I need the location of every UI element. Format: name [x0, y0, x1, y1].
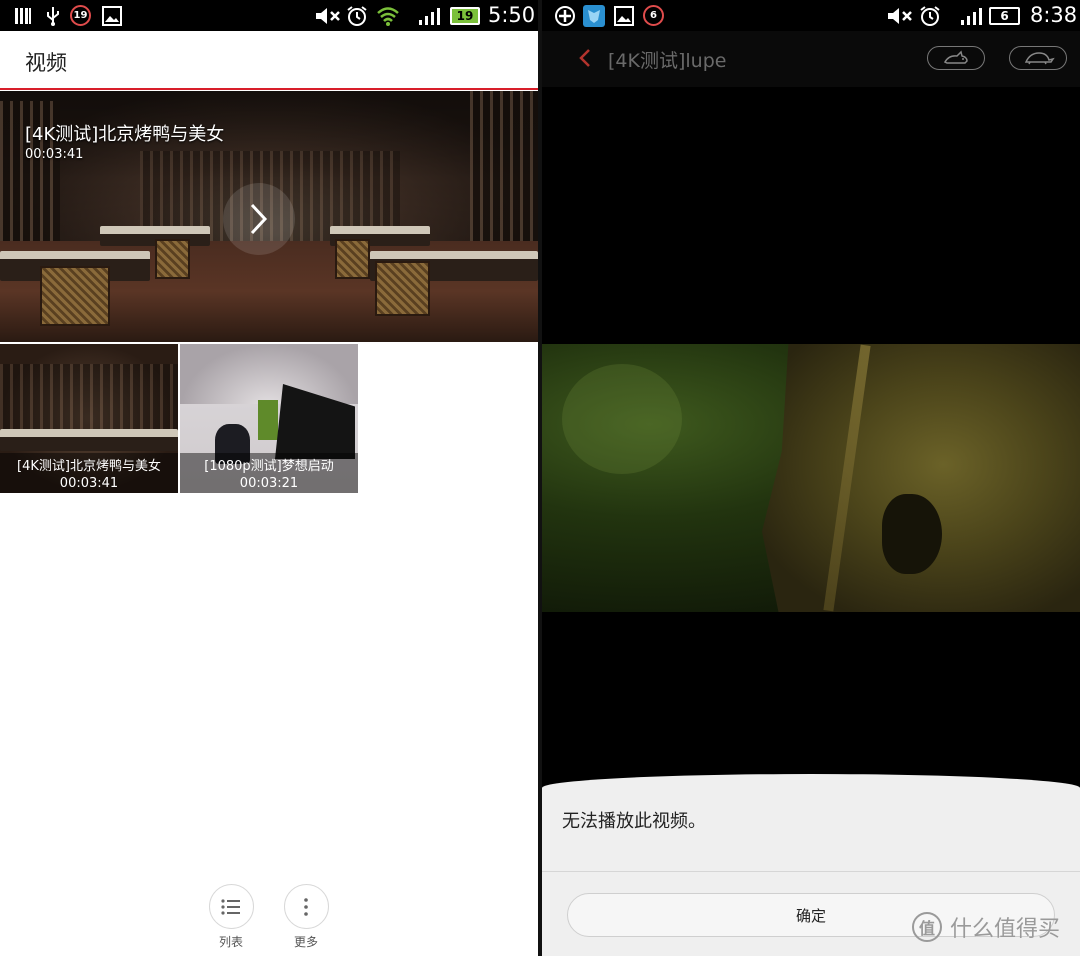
- battery-icon: 19: [450, 5, 480, 26]
- watermark-logo-icon: 值: [912, 912, 942, 942]
- decor-windows: [0, 364, 178, 434]
- player-toolbar: [4K测试]lupe: [542, 31, 1080, 87]
- play-button[interactable]: [223, 183, 295, 255]
- status-time: 8:38: [1030, 3, 1078, 27]
- status-bar: 6 6 8:38: [542, 0, 1080, 31]
- rabbit-icon: [943, 50, 968, 64]
- video-library-screen: 19 19 5:50 视频 [4K测试]北京烤鸭与美女 00:03:41 [4K…: [0, 0, 538, 956]
- add-circle-icon: [554, 5, 576, 26]
- action-label: 更多: [293, 935, 318, 949]
- slow-mode-button[interactable]: [1009, 46, 1067, 70]
- list-view-button[interactable]: 列表: [201, 884, 261, 950]
- decor-arch: [180, 344, 358, 404]
- usb-icon: [44, 5, 62, 26]
- back-button[interactable]: [578, 47, 598, 71]
- video-player-screen: 6 6 8:38 [4K测试]lupe 无法播放此视频。 确定 值 什么值得买: [542, 0, 1080, 956]
- mute-icon: [314, 5, 342, 26]
- fast-mode-button[interactable]: [927, 46, 985, 70]
- video-duration: 00:03:41: [59, 476, 119, 491]
- alarm-icon: [346, 5, 368, 26]
- featured-video-duration: 00:03:41: [25, 147, 84, 162]
- turtle-icon: [1024, 52, 1055, 65]
- confirm-button-label: 确定: [795, 906, 826, 925]
- battery-icon: 6: [989, 5, 1020, 26]
- more-button[interactable]: 更多: [276, 884, 336, 950]
- watermark: 值 什么值得买: [912, 910, 1060, 944]
- list-icon: [208, 884, 254, 929]
- watermark-text: 什么值得买: [950, 917, 1061, 942]
- more-vertical-icon: [283, 884, 329, 929]
- chevron-left-icon: [579, 49, 590, 67]
- decor-bokeh: [562, 364, 682, 474]
- decor-chair: [375, 261, 430, 316]
- notification-badge: 6: [643, 5, 664, 26]
- featured-video-title: [4K测试]北京烤鸭与美女: [25, 124, 225, 145]
- decor-chair: [335, 239, 370, 279]
- video-title: [1080p测试]梦想启动: [204, 459, 334, 474]
- status-bar: 19 19 5:50: [0, 0, 538, 31]
- gallery-icon: [614, 5, 634, 26]
- dialog-message: 无法播放此视频。: [562, 811, 706, 832]
- video-frame[interactable]: [542, 344, 1080, 612]
- decor-chair: [40, 266, 110, 326]
- status-time: 5:50: [488, 3, 536, 27]
- video-title: [4K测试]北京烤鸭与美女: [17, 459, 161, 474]
- decor-lattice: [470, 91, 538, 261]
- thumbnail-caption: [1080p测试]梦想启动 00:03:21: [180, 453, 358, 493]
- thumbnail-caption: [4K测试]北京烤鸭与美女 00:03:41: [0, 453, 178, 493]
- cell-signal-icon: [418, 5, 442, 26]
- sim-signal-icon: [14, 5, 32, 26]
- video-thumbnail[interactable]: [4K测试]北京烤鸭与美女 00:03:41: [0, 344, 178, 493]
- decor-shadow: [882, 494, 942, 574]
- mute-icon: [886, 5, 914, 26]
- page-title: 视频: [25, 51, 67, 75]
- wifi-icon: [376, 5, 400, 26]
- decor-chair: [155, 239, 190, 279]
- decor-table: [0, 429, 178, 451]
- chevron-right-icon: [250, 203, 268, 235]
- notification-badge: 19: [70, 5, 91, 26]
- decor-painting: [258, 400, 278, 440]
- cell-signal-icon: [960, 5, 984, 26]
- gallery-icon: [102, 5, 122, 26]
- video-thumbnail[interactable]: [1080p测试]梦想启动 00:03:21: [180, 344, 358, 493]
- alarm-icon: [919, 5, 941, 26]
- app-shield-icon: [583, 4, 605, 27]
- featured-video[interactable]: [4K测试]北京烤鸭与美女 00:03:41: [0, 91, 538, 342]
- video-title: [4K测试]lupe: [608, 50, 727, 72]
- error-dialog: 无法播放此视频。 确定 值 什么值得买: [542, 774, 1080, 956]
- divider: [542, 871, 1080, 872]
- app-header: 视频: [0, 31, 538, 90]
- video-duration: 00:03:21: [239, 476, 299, 491]
- action-label: 列表: [218, 935, 243, 949]
